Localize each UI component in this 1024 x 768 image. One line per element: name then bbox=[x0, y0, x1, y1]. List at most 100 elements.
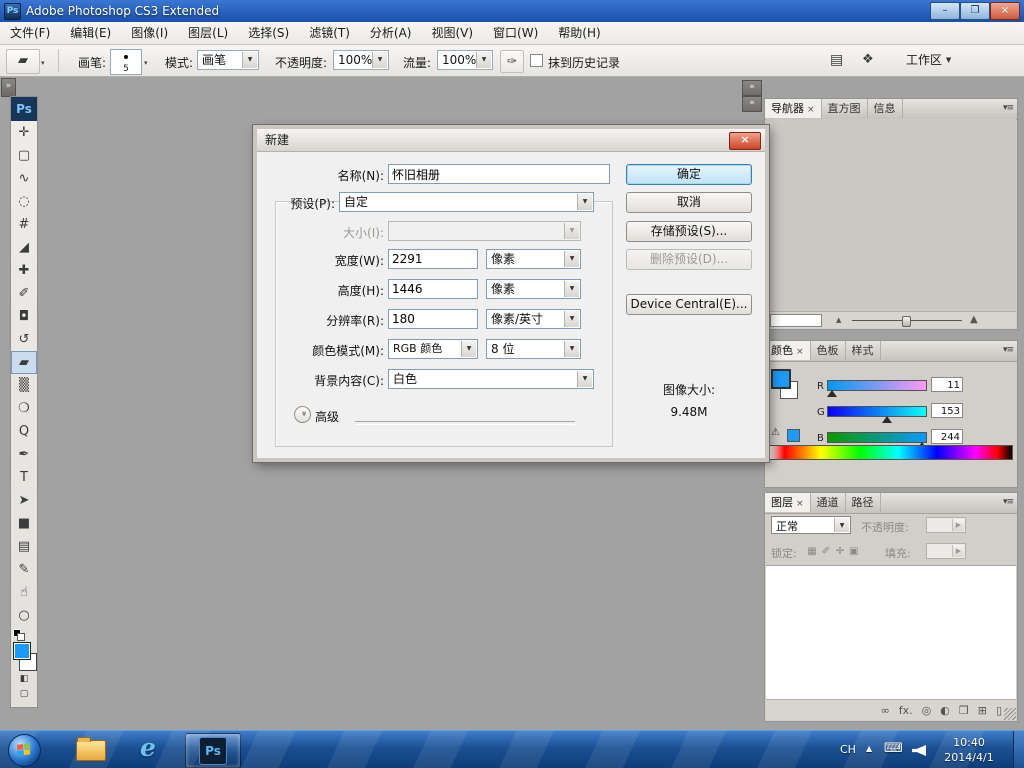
dodge-tool[interactable]: Q bbox=[11, 420, 37, 443]
tab-close-icon[interactable]: × bbox=[796, 347, 804, 357]
tab-navigator[interactable]: 导航器× bbox=[765, 99, 822, 118]
rectangular-marquee-tool[interactable]: ▢ bbox=[11, 144, 37, 167]
tab-swatches[interactable]: 色板 bbox=[811, 341, 846, 360]
go-to-bridge-icon[interactable]: ❖ bbox=[862, 52, 874, 67]
g-slider[interactable] bbox=[827, 406, 927, 417]
background-select[interactable]: 白色 ▼ bbox=[388, 369, 594, 389]
gradient-tool[interactable]: ▒ bbox=[11, 374, 37, 397]
navigator-zoom-input[interactable] bbox=[770, 314, 822, 327]
layers-list[interactable] bbox=[766, 565, 1016, 701]
tab-info[interactable]: 信息 bbox=[868, 99, 903, 118]
device-central-button[interactable]: Device Central(E)... bbox=[626, 294, 752, 315]
tab-histogram[interactable]: 直方图 bbox=[822, 99, 868, 118]
mode-select[interactable]: 画笔 ▼ bbox=[197, 50, 259, 70]
tab-channels[interactable]: 通道 bbox=[811, 493, 846, 512]
eraser-tool-preview[interactable]: ▰ bbox=[6, 49, 40, 74]
r-value-box[interactable]: 11 bbox=[931, 377, 963, 392]
explorer-taskbar-icon[interactable] bbox=[76, 740, 106, 761]
panel-menu-icon[interactable]: ▾≡ bbox=[1003, 497, 1013, 507]
cancel-button[interactable]: 取消 bbox=[626, 192, 752, 213]
quick-selection-tool[interactable]: ◌ bbox=[11, 190, 37, 213]
resolution-unit-select[interactable]: 像素/英寸 ▼ bbox=[486, 309, 581, 329]
maximize-button[interactable]: ❐ bbox=[960, 2, 990, 20]
lasso-tool[interactable]: ∿ bbox=[11, 167, 37, 190]
width-input[interactable] bbox=[388, 249, 478, 269]
b-slider[interactable] bbox=[827, 432, 927, 443]
color-spectrum-ramp[interactable] bbox=[769, 445, 1013, 460]
tab-styles[interactable]: 样式 bbox=[846, 341, 881, 360]
color-mode-select[interactable]: RGB 颜色 ▼ bbox=[388, 339, 478, 359]
close-button[interactable]: × bbox=[990, 2, 1020, 20]
photoshop-taskbar-button[interactable]: Ps bbox=[185, 733, 241, 768]
menu-edit[interactable]: 编辑(E) bbox=[60, 22, 121, 44]
lock-all-icon[interactable]: ▣ bbox=[847, 546, 861, 557]
zoom-in-icon[interactable]: ▲ bbox=[970, 314, 978, 325]
opacity-select[interactable]: 100% ▼ bbox=[333, 50, 389, 70]
airbrush-icon[interactable]: ✑ bbox=[500, 50, 524, 73]
r-slider[interactable] bbox=[827, 380, 927, 391]
type-tool[interactable]: T bbox=[11, 466, 37, 489]
gamut-warning-icon[interactable]: ⚠ bbox=[771, 427, 780, 438]
quick-mask-button[interactable]: ◧ bbox=[16, 673, 32, 686]
adjustment-layer-icon[interactable]: ◐ bbox=[940, 700, 950, 721]
ok-button[interactable]: 确定 bbox=[626, 164, 752, 185]
menu-analysis[interactable]: 分析(A) bbox=[360, 22, 422, 44]
width-unit-select[interactable]: 像素 ▼ bbox=[486, 249, 581, 269]
pen-tool[interactable]: ✒ bbox=[11, 443, 37, 466]
default-colors-icon[interactable] bbox=[13, 629, 25, 640]
panel-menu-icon[interactable]: ▾≡ bbox=[1003, 345, 1013, 355]
menu-file[interactable]: 文件(F) bbox=[0, 22, 60, 44]
flow-select[interactable]: 100% ▼ bbox=[437, 50, 493, 70]
path-selection-tool[interactable]: ➤ bbox=[11, 489, 37, 512]
dock-collapse-button[interactable]: « bbox=[742, 80, 762, 96]
layers-fill-box[interactable]: ▶ bbox=[926, 543, 966, 559]
slice-tool[interactable]: ◢ bbox=[11, 236, 37, 259]
zoom-tool[interactable]: ○ bbox=[11, 604, 37, 627]
history-brush-tool[interactable]: ↺ bbox=[11, 328, 37, 351]
r-slider-thumb[interactable] bbox=[827, 390, 837, 397]
menu-image[interactable]: 图像(I) bbox=[121, 22, 178, 44]
keyboard-icon[interactable]: ⌨ bbox=[884, 741, 903, 756]
tray-expand-icon[interactable]: ▲ bbox=[866, 744, 872, 753]
menu-layer[interactable]: 图层(L) bbox=[178, 22, 238, 44]
height-unit-select[interactable]: 像素 ▼ bbox=[486, 279, 581, 299]
notes-tool[interactable]: ▤ bbox=[11, 535, 37, 558]
foreground-swatch[interactable] bbox=[13, 642, 31, 660]
erase-to-history-checkbox[interactable] bbox=[530, 54, 543, 67]
bit-depth-select[interactable]: 8 位 ▼ bbox=[486, 339, 581, 359]
lock-pixels-icon[interactable]: ✐ bbox=[819, 546, 833, 557]
start-button[interactable] bbox=[8, 734, 41, 767]
hand-tool[interactable]: ☝ bbox=[11, 581, 37, 604]
save-preset-button[interactable]: 存储预设(S)... bbox=[626, 221, 752, 242]
g-value-box[interactable]: 153 bbox=[931, 403, 963, 418]
eraser-tool[interactable]: ▰ bbox=[11, 351, 37, 374]
workspace-button[interactable]: 工作区 ▼ bbox=[900, 50, 957, 70]
foreground-swatch[interactable] bbox=[771, 369, 791, 389]
layer-group-icon[interactable]: ❒ bbox=[959, 700, 969, 721]
brush-preset-picker[interactable]: 5 bbox=[110, 49, 142, 75]
crop-tool[interactable]: # bbox=[11, 213, 37, 236]
menu-select[interactable]: 选择(S) bbox=[238, 22, 299, 44]
zoom-out-icon[interactable]: ▲ bbox=[836, 316, 841, 324]
palette-toggle-icon[interactable]: ▤ bbox=[830, 52, 843, 68]
blur-tool[interactable]: ❍ bbox=[11, 397, 37, 420]
new-layer-icon[interactable]: ⊞ bbox=[978, 700, 987, 721]
rectangle-tool[interactable]: ■ bbox=[11, 512, 37, 535]
panel-menu-icon[interactable]: ▾≡ bbox=[1003, 103, 1013, 113]
gamut-color-swatch[interactable] bbox=[787, 429, 800, 442]
blend-mode-select[interactable]: 正常 ▼ bbox=[771, 516, 851, 534]
resolution-input[interactable] bbox=[388, 309, 478, 329]
tab-paths[interactable]: 路径 bbox=[846, 493, 881, 512]
volume-icon[interactable] bbox=[912, 745, 926, 756]
move-tool[interactable]: ✛ bbox=[11, 121, 37, 144]
tab-close-icon[interactable]: × bbox=[796, 499, 804, 509]
tray-clock[interactable]: 10:40 2014/4/1 bbox=[930, 735, 1008, 765]
internet-explorer-icon[interactable]: e bbox=[140, 733, 156, 762]
menu-view[interactable]: 视图(V) bbox=[421, 22, 483, 44]
minimize-button[interactable]: – bbox=[930, 2, 960, 20]
height-input[interactable] bbox=[388, 279, 478, 299]
preset-select[interactable]: 自定 ▼ bbox=[339, 192, 594, 212]
tab-layers[interactable]: 图层× bbox=[765, 493, 811, 512]
advanced-expand-button[interactable]: » bbox=[294, 406, 311, 423]
name-input[interactable] bbox=[388, 164, 610, 184]
